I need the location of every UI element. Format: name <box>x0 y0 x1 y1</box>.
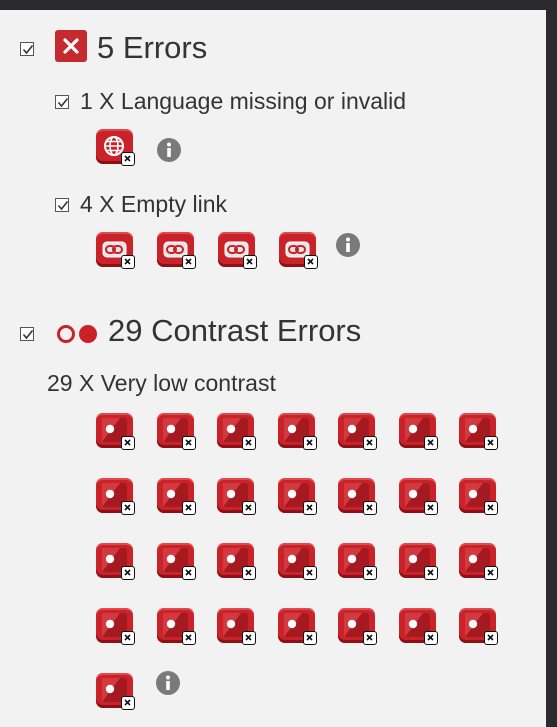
contrast-icon[interactable] <box>217 608 256 645</box>
empty-link-group-checkbox[interactable] <box>55 198 69 212</box>
link-icon[interactable] <box>157 232 196 269</box>
info-icon[interactable] <box>156 137 182 163</box>
contrast-icon[interactable] <box>96 673 135 710</box>
error-x-icon <box>55 30 87 62</box>
contrast-icon[interactable] <box>96 413 135 450</box>
contrast-icon[interactable] <box>217 413 256 450</box>
link-icon[interactable] <box>279 232 318 269</box>
info-icon[interactable] <box>155 670 181 696</box>
globe-icon[interactable] <box>96 129 135 166</box>
contrast-icon[interactable] <box>398 478 438 515</box>
contrast-section-checkbox[interactable] <box>20 327 34 341</box>
empty-link-group-label: 4 X Empty link <box>80 191 227 217</box>
errors-heading: 5 Errors <box>97 30 208 65</box>
contrast-icon[interactable] <box>156 413 196 450</box>
contrast-icon[interactable] <box>398 608 438 645</box>
link-icon[interactable] <box>96 232 135 269</box>
contrast-group-label: 29 X Very low contrast <box>47 370 276 396</box>
contrast-icon[interactable] <box>156 608 196 645</box>
contrast-icon[interactable] <box>459 543 498 580</box>
contrast-icon[interactable] <box>459 413 498 450</box>
errors-section-checkbox[interactable] <box>20 42 34 56</box>
contrast-icon[interactable] <box>156 543 196 580</box>
contrast-icon[interactable] <box>277 543 317 580</box>
contrast-dots-icon <box>57 325 97 343</box>
contrast-icon[interactable] <box>338 543 377 580</box>
language-group-checkbox[interactable] <box>55 95 69 109</box>
checkmark-icon <box>22 45 34 55</box>
contrast-icon[interactable] <box>338 478 377 515</box>
contrast-icon[interactable] <box>277 478 317 515</box>
contrast-icon[interactable] <box>459 608 498 645</box>
checkmark-icon <box>22 330 34 340</box>
contrast-icon[interactable] <box>96 608 135 645</box>
contrast-icon[interactable] <box>217 478 256 515</box>
contrast-icon[interactable] <box>96 543 135 580</box>
checkmark-icon <box>57 201 69 211</box>
contrast-icon[interactable] <box>156 478 196 515</box>
contrast-icon[interactable] <box>459 478 498 515</box>
contrast-heading: 29 Contrast Errors <box>108 313 362 348</box>
contrast-icon[interactable] <box>217 543 256 580</box>
contrast-icon[interactable] <box>277 413 317 450</box>
contrast-icon[interactable] <box>398 413 438 450</box>
contrast-icon[interactable] <box>96 478 135 515</box>
contrast-icon[interactable] <box>398 543 438 580</box>
info-icon[interactable] <box>335 232 361 258</box>
link-icon[interactable] <box>218 232 257 269</box>
contrast-icon[interactable] <box>338 413 377 450</box>
checkmark-icon <box>57 98 69 108</box>
contrast-icon[interactable] <box>277 608 317 645</box>
language-group-label: 1 X Language missing or invalid <box>80 88 407 114</box>
contrast-icon[interactable] <box>338 608 377 645</box>
errors-panel: 5 Errors 1 X Language missing or invalid… <box>0 10 546 727</box>
